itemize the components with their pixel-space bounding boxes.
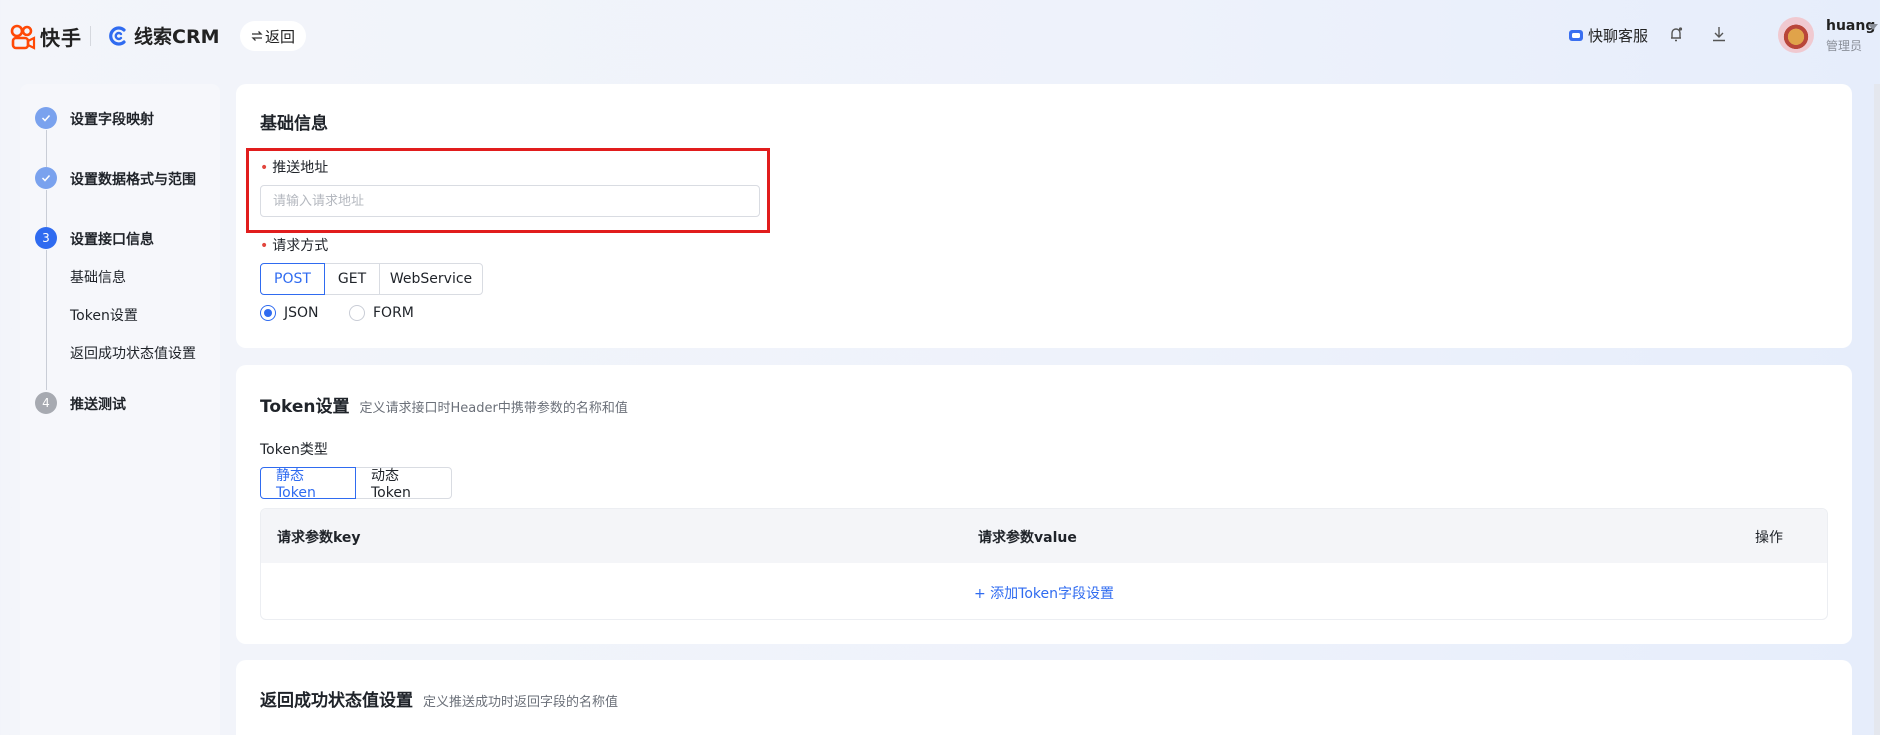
kuaishou-logo[interactable]: 快手 — [10, 22, 82, 51]
step-1-done-icon — [35, 107, 57, 129]
token-type-selector: 静态Token 动态Token — [260, 467, 452, 501]
page-scrollbar[interactable] — [1874, 84, 1880, 735]
step-1-label[interactable]: 设置字段映射 — [70, 109, 154, 129]
support-chat-button[interactable]: 快聊客服 — [1568, 25, 1648, 46]
user-menu-caret-icon[interactable] — [1868, 24, 1878, 30]
step-connector — [46, 250, 47, 390]
method-webservice-button[interactable]: WebService — [379, 263, 483, 295]
swap-arrows-icon — [251, 31, 263, 41]
add-token-field-link[interactable]: + 添加Token字段设置 — [261, 583, 1827, 603]
notification-bell-icon[interactable] — [1667, 25, 1685, 43]
back-button-label: 返回 — [264, 27, 295, 46]
top-header: 快手 线索CRM 返回 快聊客服 huang 管理员 — [0, 0, 1880, 72]
crm-logo-text: 线索CRM — [134, 26, 220, 48]
required-mark: • — [260, 160, 269, 176]
step-connector — [46, 190, 47, 227]
return-status-desc: 定义推送成功时返回字段的名称值 — [423, 695, 619, 710]
request-method-label-text: 请求方式 — [272, 238, 329, 254]
user-role: 管理员 — [1826, 39, 1863, 53]
column-header-action: 操作 — [1755, 530, 1783, 546]
sub-item-return-status[interactable]: 返回成功状态值设置 — [70, 343, 196, 363]
push-url-label: • 推送地址 — [260, 157, 328, 177]
return-status-title: 返回成功状态值设置 — [260, 691, 413, 711]
step-2-label[interactable]: 设置数据格式与范围 — [70, 169, 196, 189]
token-title-row: Token设置 定义请求接口时Header中携带参数的名称和值 — [260, 392, 628, 417]
sub-item-token[interactable]: Token设置 — [70, 305, 138, 325]
kuaishou-logo-text: 快手 — [40, 26, 82, 50]
token-table-header: 请求参数key 请求参数value 操作 — [261, 509, 1827, 563]
step-3-label[interactable]: 设置接口信息 — [70, 229, 154, 249]
download-icon[interactable] — [1710, 25, 1728, 43]
step-connector — [46, 130, 47, 167]
plus-icon: + — [973, 586, 991, 602]
step-4-number: 4 — [35, 392, 57, 414]
step-3-number: 3 — [35, 227, 57, 249]
support-chat-label: 快聊客服 — [1588, 27, 1649, 45]
method-post-button[interactable]: POST — [260, 263, 325, 295]
user-avatar[interactable] — [1778, 17, 1814, 53]
request-method-selector: POST GET WebService — [260, 263, 483, 295]
kuaishou-logo-icon — [10, 24, 36, 50]
push-url-input[interactable] — [260, 185, 760, 217]
column-header-value: 请求参数value — [978, 530, 1077, 546]
push-url-label-text: 推送地址 — [272, 160, 329, 176]
token-table: 请求参数key 请求参数value 操作 + 添加Token字段设置 — [260, 508, 1828, 620]
back-button[interactable]: 返回 — [240, 21, 306, 51]
static-token-button[interactable]: 静态Token — [260, 467, 356, 501]
format-form-radio[interactable]: FORM — [349, 305, 414, 321]
dynamic-token-button[interactable]: 动态Token — [355, 467, 452, 501]
logo-divider — [90, 26, 91, 46]
token-title: Token设置 — [260, 397, 350, 417]
method-get-button[interactable]: GET — [324, 263, 380, 295]
request-method-label: • 请求方式 — [260, 235, 328, 255]
format-form-label: FORM — [373, 305, 414, 321]
return-status-title-row: 返回成功状态值设置 定义推送成功时返回字段的名称值 — [260, 686, 618, 711]
chat-bubble-icon — [1569, 29, 1583, 41]
column-header-key: 请求参数key — [277, 530, 361, 546]
step-2-done-icon — [35, 167, 57, 189]
crm-logo[interactable]: 线索CRM — [108, 22, 219, 49]
basic-info-title: 基础信息 — [260, 114, 328, 134]
step-4-label[interactable]: 推送测试 — [70, 394, 126, 414]
format-json-radio[interactable]: JSON — [260, 305, 319, 321]
radio-unchecked-icon — [349, 305, 365, 321]
add-token-field-label: 添加Token字段设置 — [990, 586, 1115, 602]
required-mark: • — [260, 238, 269, 254]
crm-logo-icon — [109, 25, 126, 46]
radio-checked-icon — [260, 305, 276, 321]
token-desc: 定义请求接口时Header中携带参数的名称和值 — [359, 401, 628, 416]
format-json-label: JSON — [284, 305, 319, 321]
token-type-label: Token类型 — [260, 442, 328, 458]
sub-item-basic-info[interactable]: 基础信息 — [70, 267, 126, 287]
